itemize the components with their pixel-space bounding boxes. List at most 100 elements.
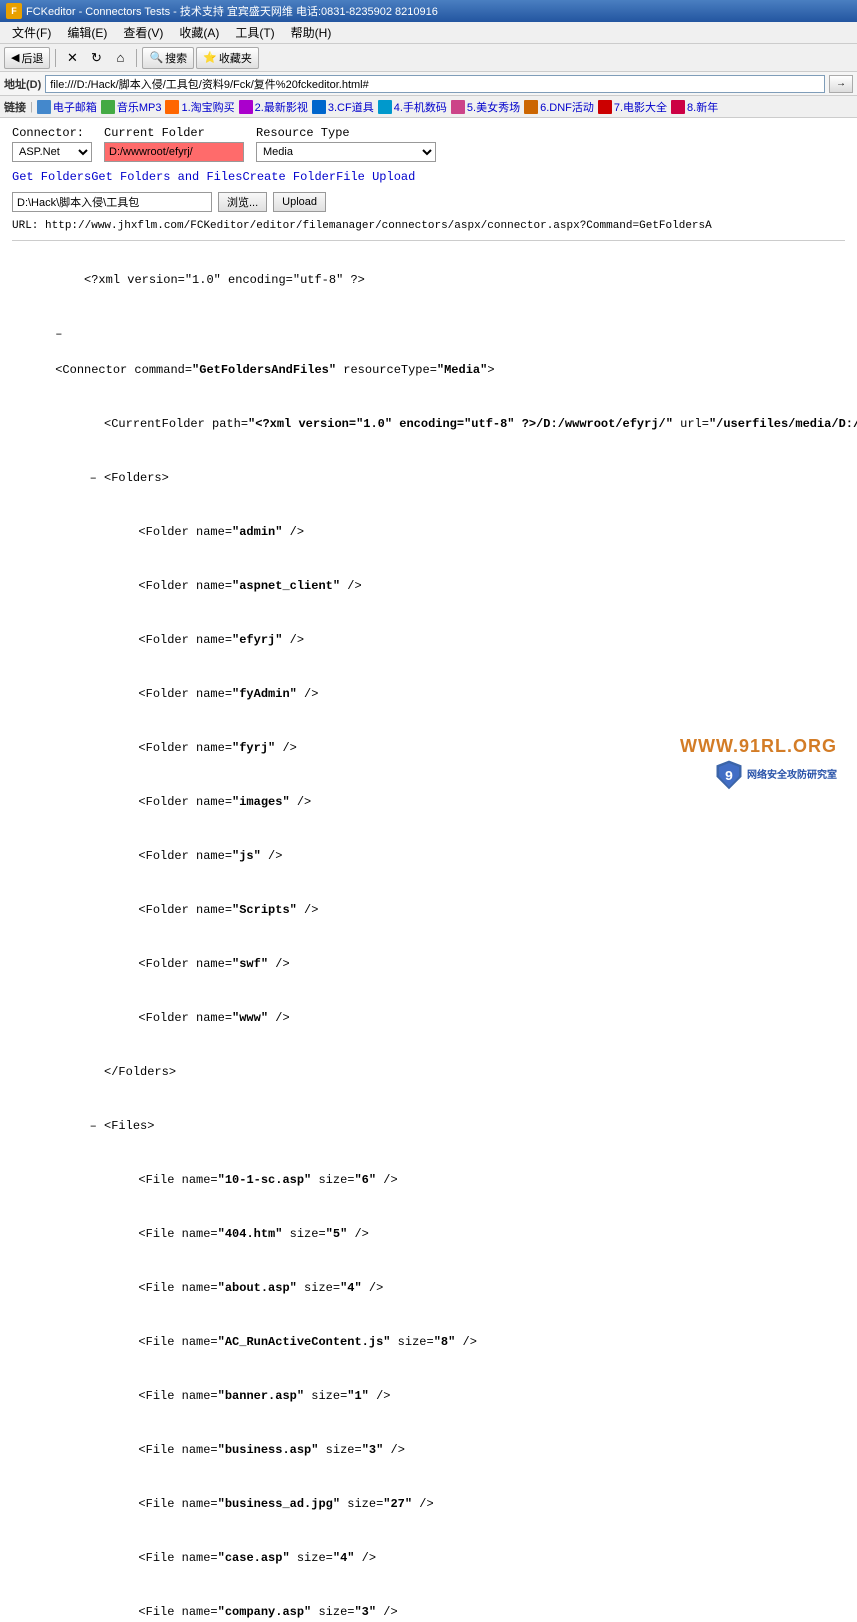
star-icon: ⭐ (203, 51, 217, 64)
connector-select[interactable]: ASP.NetASPPHPCFM (12, 142, 92, 162)
xml-folder-js: <Folder name="js" /> (12, 829, 845, 883)
link-phone[interactable]: 4.手机数码 (378, 99, 447, 115)
menu-help[interactable]: 帮助(H) (283, 22, 340, 43)
favorites-button[interactable]: ⭐ 收藏夹 (196, 47, 259, 69)
watermark-sub: 9 网络安全攻防研究室 (715, 759, 837, 791)
menu-edit[interactable]: 编辑(E) (59, 22, 115, 43)
menu-tools[interactable]: 工具(T) (227, 22, 282, 43)
xml-folder-efyrj: <Folder name="efyrj" /> (12, 613, 845, 667)
svg-text:9: 9 (725, 769, 733, 785)
resource-type-group: Resource Type MediaFileImageFlash (256, 126, 436, 162)
url-value: http://www.jhxflm.com/FCKeditor/editor/f… (45, 220, 712, 232)
xml-file-1: <File name="10-1-sc.asp" size="6" /> (12, 1153, 845, 1207)
xml-folder-scripts: <Folder name="Scripts" /> (12, 883, 845, 937)
links-label: 链接 (4, 99, 26, 115)
xml-folder-aspnet: <Folder name="aspnet_client" /> (12, 559, 845, 613)
xml-connector-open: – <Connector command="GetFoldersAndFiles… (12, 307, 845, 397)
xml-files-open: – <Files> (12, 1099, 845, 1153)
address-label: 地址(D) (4, 76, 41, 92)
action-links: Get FoldersGet Folders and FilesCreate F… (12, 170, 845, 184)
refresh-button[interactable]: ↻ (85, 47, 107, 69)
xml-folders-close: </Folders> (12, 1045, 845, 1099)
xml-file-3: <File name="about.asp" size="4" /> (12, 1261, 845, 1315)
new-icon (671, 100, 685, 114)
xml-file-4: <File name="AC_RunActiveContent.js" size… (12, 1315, 845, 1369)
stop-button[interactable]: ✕ (61, 47, 83, 69)
back-icon: ◀ (11, 51, 19, 64)
xml-folder-swf: <Folder name="swf" /> (12, 937, 845, 991)
upload-file-input[interactable] (12, 192, 212, 212)
xml-file-8: <File name="case.asp" size="4" /> (12, 1531, 845, 1585)
xml-file-9: <File name="company.asp" size="3" /> (12, 1585, 845, 1622)
xml-current-folder: <CurrentFolder path="<?xml version="1.0"… (12, 397, 845, 451)
url-display: URL: http://www.jhxflm.com/FCKeditor/edi… (12, 220, 845, 232)
address-input[interactable] (45, 75, 825, 93)
email-icon (37, 100, 51, 114)
xml-folder-fyadmin: <Folder name="fyAdmin" /> (12, 667, 845, 721)
xml-file-5: <File name="banner.asp" size="1" /> (12, 1369, 845, 1423)
form-area: Connector: ASP.NetASPPHPCFM Current Fold… (12, 126, 845, 162)
xml-folder-admin: <Folder name="admin" /> (12, 505, 845, 559)
xml-declaration: <?xml version="1.0" encoding="utf-8" ?> (12, 253, 845, 307)
xml-content: <?xml version="1.0" encoding="utf-8" ?> … (12, 249, 845, 1622)
link-music[interactable]: 音乐MP3 (101, 99, 162, 115)
movie-icon (239, 100, 253, 114)
menu-view[interactable]: 查看(V) (115, 22, 171, 43)
link-film[interactable]: 7.电影大全 (598, 99, 667, 115)
menu-favorites[interactable]: 收藏(A) (171, 22, 227, 43)
current-folder-label: Current Folder (104, 126, 244, 140)
main-content: Connector: ASP.NetASPPHPCFM Current Fold… (0, 118, 857, 1622)
back-button[interactable]: ◀ 后退 (4, 47, 50, 69)
current-folder-input[interactable] (104, 142, 244, 162)
toolbar: ◀ 后退 ✕ ↻ ⌂ 🔍 搜索 ⭐ 收藏夹 (0, 44, 857, 72)
link-movie[interactable]: 2.最新影视 (239, 99, 308, 115)
beauty-icon (451, 100, 465, 114)
connector-group: Connector: ASP.NetASPPHPCFM (12, 126, 92, 162)
music-icon (101, 100, 115, 114)
get-folders-files-link[interactable]: Get Folders and Files (91, 170, 242, 184)
link-new[interactable]: 8.新年 (671, 99, 718, 115)
link-taobao[interactable]: 1.淘宝购买 (165, 99, 234, 115)
divider (12, 240, 845, 241)
cf-icon (312, 100, 326, 114)
resource-type-select[interactable]: MediaFileImageFlash (256, 142, 436, 162)
watermark-shield-icon: 9 (715, 759, 743, 791)
dnf-icon (524, 100, 538, 114)
xml-file-6: <File name="business.asp" size="3" /> (12, 1423, 845, 1477)
title-bar: F FCKeditor - Connectors Tests - 技术支持 宜宾… (0, 0, 857, 22)
toolbar-separator-2 (136, 49, 137, 67)
link-dnf[interactable]: 6.DNF活动 (524, 99, 594, 115)
phone-icon (378, 100, 392, 114)
app-icon: F (6, 3, 22, 19)
menu-bar: 文件(F) 编辑(E) 查看(V) 收藏(A) 工具(T) 帮助(H) (0, 22, 857, 44)
toolbar-separator-1 (55, 49, 56, 67)
watermark-label: 网络安全攻防研究室 (747, 769, 837, 782)
xml-folders-open: – <Folders> (12, 451, 845, 505)
url-prefix: URL: (12, 220, 45, 232)
home-button[interactable]: ⌂ (109, 47, 131, 69)
xml-file-2: <File name="404.htm" size="5" /> (12, 1207, 845, 1261)
get-folders-link[interactable]: Get Folders (12, 170, 91, 184)
upload-area: 浏览... Upload (12, 192, 845, 212)
browse-button[interactable]: 浏览... (218, 192, 267, 212)
search-icon: 🔍 (149, 51, 163, 64)
connector-label: Connector: (12, 126, 92, 140)
upload-button[interactable]: Upload (273, 192, 326, 212)
menu-file[interactable]: 文件(F) (4, 22, 59, 43)
watermark: WWW.91RL.ORG 9 网络安全攻防研究室 (680, 736, 837, 791)
xml-file-7: <File name="business_ad.jpg" size="27" /… (12, 1477, 845, 1531)
link-email[interactable]: 电子邮箱 (37, 99, 97, 115)
film-icon (598, 100, 612, 114)
window-title: FCKeditor - Connectors Tests - 技术支持 宜宾盛天… (26, 3, 438, 19)
link-beauty[interactable]: 5.美女秀场 (451, 99, 520, 115)
link-cf[interactable]: 3.CF道具 (312, 99, 374, 115)
go-button[interactable]: → (829, 75, 853, 93)
resource-type-label: Resource Type (256, 126, 436, 140)
file-upload-link[interactable]: File Upload (336, 170, 415, 184)
search-button[interactable]: 🔍 搜索 (142, 47, 194, 69)
address-bar: 地址(D) → (0, 72, 857, 96)
taobao-icon (165, 100, 179, 114)
xml-folder-www: <Folder name="www" /> (12, 991, 845, 1045)
links-bar: 链接 | 电子邮箱 音乐MP3 1.淘宝购买 2.最新影视 3.CF道具 4.手… (0, 96, 857, 118)
create-folder-link[interactable]: Create Folder (242, 170, 336, 184)
